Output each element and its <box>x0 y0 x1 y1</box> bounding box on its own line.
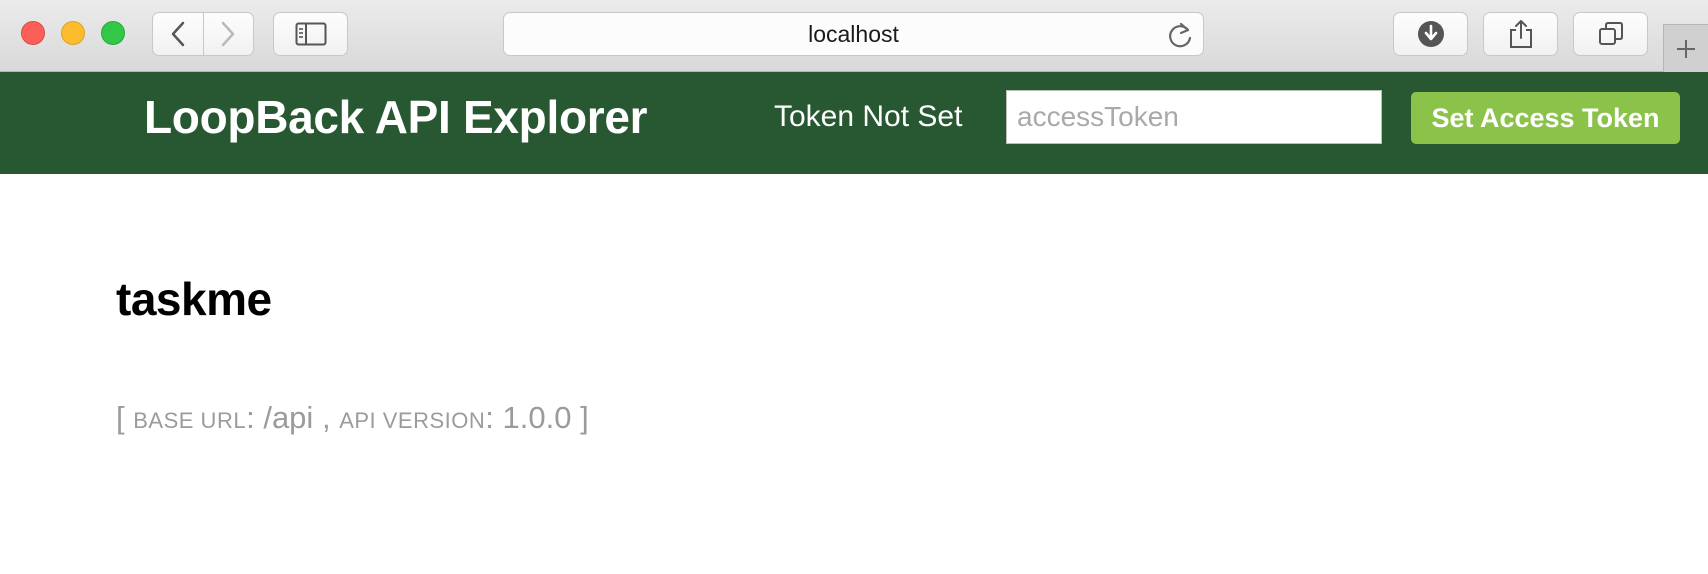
window-maximize-button[interactable] <box>101 21 125 45</box>
sidebar-icon <box>295 22 326 46</box>
chevron-right-icon <box>222 21 235 47</box>
base-url-value: /api <box>263 400 314 435</box>
downloads-button[interactable] <box>1393 12 1468 56</box>
api-info: [ base url: /api , api version: 1.0.0 ] <box>116 400 589 436</box>
back-button[interactable] <box>153 13 203 55</box>
plus-icon <box>1677 39 1695 58</box>
api-version-label: api version <box>339 408 486 433</box>
app-header: LoopBack API Explorer Token Not Set Set … <box>0 72 1708 174</box>
info-colon: : <box>246 400 255 435</box>
download-icon <box>1417 21 1444 47</box>
window-close-button[interactable] <box>21 21 45 45</box>
browser-toolbar: localhost <box>0 0 1708 72</box>
tabs-icon <box>1598 22 1623 45</box>
history-nav <box>152 12 254 56</box>
info-colon: : <box>485 400 494 435</box>
app-title[interactable]: LoopBack API Explorer <box>144 90 648 144</box>
tabs-overview-button[interactable] <box>1573 12 1648 56</box>
info-close-bracket: ] <box>580 400 589 435</box>
api-version-value: 1.0.0 <box>502 400 572 435</box>
info-open-bracket: [ <box>116 400 125 435</box>
address-bar[interactable]: localhost <box>503 12 1204 56</box>
share-button[interactable] <box>1483 12 1558 56</box>
window-minimize-button[interactable] <box>61 21 85 45</box>
base-url-label: base url <box>133 408 247 433</box>
address-text: localhost <box>808 20 899 47</box>
new-tab-button[interactable] <box>1663 24 1708 72</box>
share-icon <box>1509 20 1532 48</box>
sidebar-button[interactable] <box>273 12 348 56</box>
reload-button[interactable] <box>1167 21 1193 54</box>
api-title: taskme <box>116 273 272 325</box>
forward-button[interactable] <box>202 13 254 55</box>
chevron-left-icon <box>171 21 184 47</box>
info-separator: , <box>321 400 331 435</box>
set-access-token-button[interactable]: Set Access Token <box>1411 92 1680 144</box>
access-token-input[interactable] <box>1006 90 1382 144</box>
reload-icon <box>1169 22 1192 48</box>
token-status: Token Not Set <box>774 100 963 133</box>
